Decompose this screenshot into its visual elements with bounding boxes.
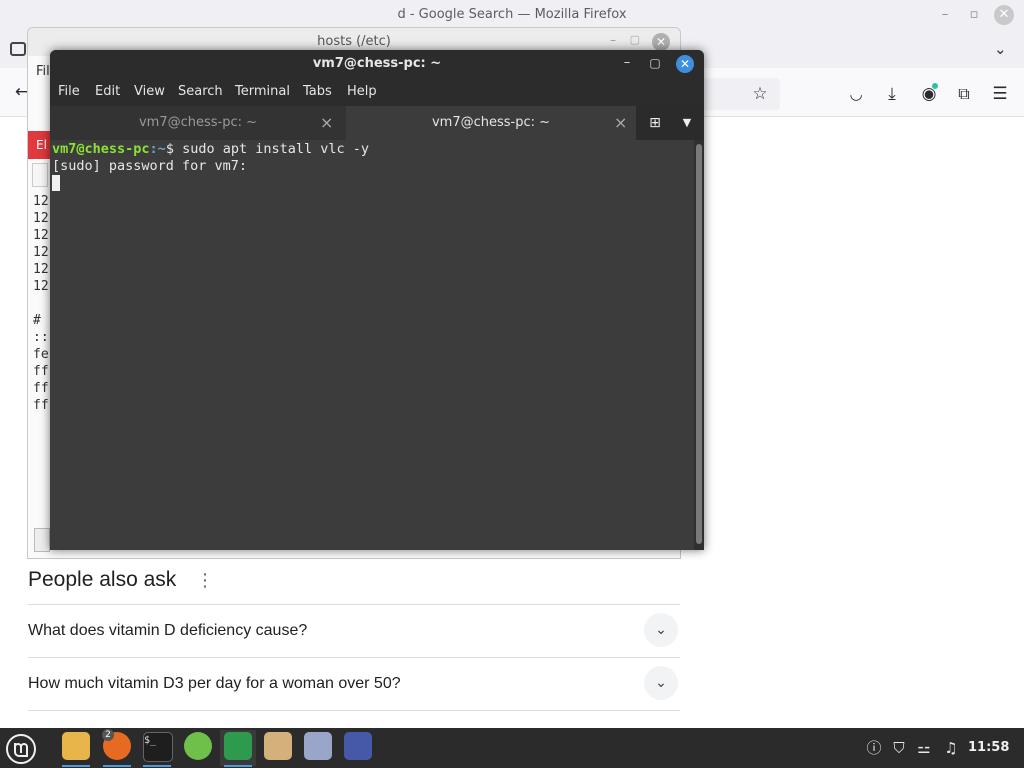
tab-overview-icon[interactable] [10, 42, 26, 56]
terminal-tab-label: vm7@chess-pc: ~ [431, 115, 551, 130]
hosts-text-line: ff [33, 398, 49, 413]
terminal-app[interactable]: $_ [139, 730, 175, 767]
terminal-tab-label: vm7@chess-pc: ~ [138, 115, 258, 130]
output-line: [sudo] password for vm7: [52, 158, 248, 174]
archive-icon [264, 732, 292, 760]
close-icon[interactable]: ✕ [994, 5, 1014, 25]
maximize-icon[interactable]: ▫ [965, 6, 983, 24]
paa-question: How much vitamin D3 per day for a woman … [28, 675, 401, 692]
network-icon[interactable]: ⚍ [914, 738, 934, 758]
app-menu-icon[interactable]: ☰ [986, 80, 1014, 108]
menu-tabs[interactable]: Tabs [303, 78, 332, 106]
text-editor-app[interactable] [300, 730, 336, 766]
scrollbar[interactable] [694, 140, 704, 550]
paa-question-row[interactable]: How much vitamin D3 per day for a woman … [28, 657, 680, 710]
account-badge [932, 83, 938, 89]
menu-edit[interactable]: Edit [95, 78, 120, 106]
running-indicator [224, 765, 252, 767]
menu-help[interactable]: Help [347, 78, 377, 106]
maximize-icon[interactable]: ▢ [646, 54, 664, 72]
close-tab-icon[interactable]: × [320, 106, 333, 140]
media-player-app[interactable] [340, 730, 376, 766]
hosts-text-line: 12 [33, 228, 49, 243]
text-cursor [52, 175, 60, 191]
minimize-icon[interactable]: – [936, 6, 954, 24]
start-menu-button[interactable] [4, 732, 38, 766]
terminal-tab-active[interactable]: vm7@chess-pc: ~ × [346, 106, 636, 140]
terminal-tab[interactable]: vm7@chess-pc: ~ × [50, 106, 346, 140]
menu-search[interactable]: Search [178, 78, 223, 106]
minimize-icon[interactable]: – [610, 33, 616, 47]
command-text: sudo apt install vlc -y [182, 141, 370, 157]
taskbar: 2 $_ ⓘ ⛉ ⚍ ♫ 11:58 [0, 728, 1024, 768]
terminal-tabbar: vm7@chess-pc: ~ × vm7@chess-pc: ~ × [50, 106, 704, 140]
prompt-symbol: $ [165, 141, 183, 157]
more-options-icon[interactable]: ⋮ [196, 570, 214, 591]
account-icon[interactable]: ◉ [915, 80, 943, 108]
hosts-text-line: # [33, 313, 41, 328]
paa-question-row[interactable]: What does vitamin D deficiency cause? ⌄ [28, 604, 680, 657]
menu-view[interactable]: View [134, 78, 165, 106]
close-icon[interactable]: ✕ [652, 33, 670, 51]
scrollbar-thumb[interactable] [696, 144, 702, 544]
security-app[interactable] [220, 730, 256, 767]
text-editor-icon [304, 732, 332, 760]
maximize-icon[interactable]: ▢ [630, 33, 640, 46]
running-indicator [143, 765, 171, 767]
window-count-badge: 2 [102, 729, 114, 741]
terminal-window-title: vm7@chess-pc: ~ [312, 56, 442, 71]
pocket-icon[interactable]: ◡ [842, 80, 870, 108]
hosts-text-line: :: [33, 330, 49, 345]
hosts-text-line: ff [33, 364, 49, 379]
prompt-path: :~ [149, 141, 166, 157]
extensions-icon[interactable]: ⧉ [950, 80, 978, 108]
sound-icon[interactable]: ♫ [941, 738, 961, 758]
files-icon [62, 732, 90, 760]
update-manager-icon[interactable]: ⓘ [864, 738, 884, 758]
downloads-icon[interactable]: ⤓ [878, 80, 906, 108]
hosts-text-line: 12 [33, 245, 49, 260]
media-player-icon [344, 732, 372, 760]
menu-icon [6, 734, 36, 764]
running-indicator [62, 765, 90, 767]
hosts-text-line: ff [33, 381, 49, 396]
terminal-menubar: File Edit View Search Terminal Tabs Help [50, 78, 704, 106]
running-indicator [103, 765, 131, 767]
hosts-text-line: 12 [33, 262, 49, 277]
chevron-down-icon[interactable]: ⌄ [644, 613, 678, 647]
hosts-text-line: 12 [33, 279, 49, 294]
command-line: vm7@chess-pc:~$ sudo apt install vlc -y [52, 141, 369, 158]
prompt-user: vm7@chess-pc [52, 141, 150, 157]
side-panel-icon[interactable] [34, 528, 50, 552]
people-also-ask-title: People also ask [28, 568, 177, 591]
chevron-down-icon[interactable]: ⌄ [644, 666, 678, 700]
hosts-text-line: 12 [33, 194, 49, 209]
shield-icon [224, 732, 252, 760]
new-tab-icon[interactable]: ⊞ [644, 114, 666, 132]
paa-question: What does vitamin D deficiency cause? [28, 622, 308, 639]
bookmark-star-icon[interactable]: ☆ [746, 80, 774, 108]
menu-file[interactable]: File [58, 78, 80, 106]
hosts-text-line: fe [33, 347, 49, 362]
terminal-window[interactable]: vm7@chess-pc: ~ – ▢ ✕ File Edit View Sea… [50, 50, 704, 550]
terminal-output[interactable]: vm7@chess-pc:~$ sudo apt install vlc -y … [50, 140, 694, 550]
tab-dropdown-icon[interactable]: ▼ [678, 114, 696, 132]
list-all-tabs-icon[interactable]: ⌄ [994, 40, 1007, 58]
firefox-window-title: d - Google Search — Mozilla Firefox [397, 7, 627, 22]
files-app[interactable] [58, 730, 94, 767]
clock[interactable]: 11:58 [968, 728, 1009, 768]
spreadsheet-app[interactable] [180, 730, 216, 766]
hosts-text-line: 12 [33, 211, 49, 226]
menu-file[interactable]: Fil [36, 64, 50, 79]
minimize-icon[interactable]: – [618, 54, 636, 72]
shield-tray-icon[interactable]: ⛉ [889, 738, 909, 758]
menu-terminal[interactable]: Terminal [235, 78, 290, 106]
terminal-icon: $_ [143, 732, 173, 762]
paa-divider [28, 710, 680, 711]
close-icon[interactable]: ✕ [676, 55, 694, 73]
archive-app[interactable] [260, 730, 296, 766]
close-tab-icon[interactable]: × [614, 106, 627, 140]
spreadsheet-icon [184, 732, 212, 760]
toolbar-button[interactable] [32, 163, 48, 187]
